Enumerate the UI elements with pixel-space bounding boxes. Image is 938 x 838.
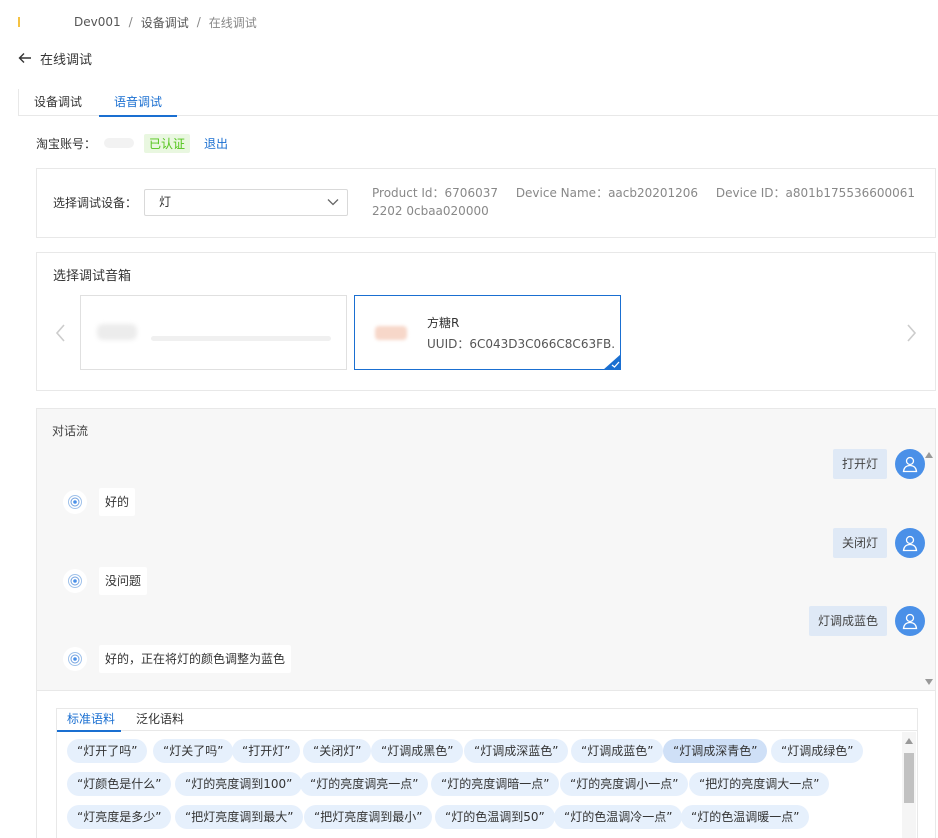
bot-bubble: 好的: [99, 488, 136, 516]
corpus-chip[interactable]: “把灯亮度调到最大”: [175, 805, 304, 829]
bot-message: 没问题: [63, 567, 148, 595]
corpus-chip[interactable]: “灯调成蓝色”: [571, 739, 664, 763]
corpus-chip[interactable]: “把灯亮度调到最小”: [304, 805, 433, 829]
scroll-up-icon[interactable]: [905, 738, 913, 744]
account-label: 淘宝账号：: [36, 136, 97, 151]
selected-check-icon: [603, 354, 621, 370]
corpus-chip-highlighted[interactable]: “灯调成深青色”: [663, 739, 768, 763]
corpus-box: 标准语料 泛化语料 “灯开了吗” “灯关了吗” “打开灯” “关闭灯” “灯调成…: [56, 708, 918, 838]
bot-bubble: 没问题: [99, 567, 148, 595]
corpus-chip[interactable]: “灯颜色是什么”: [67, 772, 172, 796]
brand-mark: [18, 17, 20, 27]
corpus-chip[interactable]: “灯的亮度调亮一点”: [300, 772, 429, 796]
breadcrumb-separator: /: [196, 15, 201, 29]
tab-device-debug[interactable]: 设备调试: [34, 89, 82, 116]
speaker-panel: 选择调试音箱 方糖R UUID：6C043D3C066C8C63FB...: [36, 252, 936, 391]
dialog-stream: 打开灯 好的 关闭灯 没问题 灯调成蓝色 好的，正在将灯的颜色调整为蓝色: [37, 445, 925, 690]
bot-message: 好的: [63, 488, 136, 516]
user-message: 打开灯: [832, 449, 925, 479]
chevron-right-icon[interactable]: [905, 323, 917, 343]
device-name: Device Name：aacb20201206: [515, 186, 699, 200]
user-message: 灯调成蓝色: [808, 606, 925, 636]
speaker-title: 选择调试音箱: [53, 269, 132, 284]
back-arrow-icon[interactable]: [18, 51, 32, 65]
voice-assistant-icon: [63, 647, 87, 671]
voice-assistant-icon: [63, 490, 87, 514]
speaker-thumbnail: [97, 324, 137, 340]
corpus-tabs: 标准语料 泛化语料: [56, 709, 917, 732]
account-name-redacted: [104, 138, 135, 148]
breadcrumb-item-project[interactable]: Dev001: [74, 15, 121, 29]
corpus-chip[interactable]: “灯的色温调暖一点”: [681, 805, 810, 829]
device-info: Product Id：6706037 Device Name：aacb20201…: [372, 184, 917, 220]
logout-link[interactable]: 退出: [204, 135, 228, 152]
dialog-title: 对话流: [52, 424, 89, 438]
corpus-chip[interactable]: “灯的亮度调暗一点”: [431, 772, 560, 796]
user-bubble: 打开灯: [832, 449, 887, 479]
scroll-down-icon[interactable]: [925, 679, 933, 685]
corpus-chip[interactable]: “灯调成绿色”: [771, 739, 864, 763]
user-avatar-icon: [895, 606, 925, 636]
device-select[interactable]: 灯: [144, 189, 348, 216]
speaker-card-selected[interactable]: 方糖R UUID：6C043D3C066C8C63FB...: [354, 295, 621, 370]
user-message: 关闭灯: [832, 528, 925, 558]
breadcrumb-separator: /: [128, 15, 133, 29]
debug-tabs: 设备调试 语音调试: [18, 89, 938, 117]
page-header: 在线调试: [18, 48, 92, 68]
user-bubble: 灯调成蓝色: [808, 606, 887, 636]
breadcrumb-item-device-debug[interactable]: 设备调试: [141, 14, 189, 31]
breadcrumb-item-current: 在线调试: [208, 15, 257, 30]
account-row: 淘宝账号： 已认证 退出: [36, 133, 228, 153]
corpus-chip[interactable]: “灯开了吗”: [67, 739, 148, 763]
page-title: 在线调试: [40, 52, 93, 68]
speaker-card[interactable]: [80, 295, 347, 370]
chevron-left-icon[interactable]: [55, 323, 67, 343]
bot-message: 好的，正在将灯的颜色调整为蓝色: [63, 645, 292, 673]
chevron-down-icon: [327, 199, 339, 206]
tab-standard-corpus[interactable]: 标准语料: [56, 709, 122, 732]
user-avatar-icon: [895, 528, 925, 558]
speaker-uuid: UUID：6C043D3C066C8C63FB...: [427, 337, 615, 351]
device-select-value: 灯: [159, 195, 172, 209]
scroll-up-icon[interactable]: [925, 452, 933, 458]
dialog-panel: 对话流 打开灯 好的 关闭灯 没问题 灯调成蓝色 好的，正在将灯的颜色调整为蓝色…: [36, 408, 936, 838]
voice-assistant-icon: [63, 569, 87, 593]
corpus-chip[interactable]: “灯关了吗”: [153, 739, 234, 763]
dialog-scrollbar[interactable]: [923, 445, 935, 690]
speaker-thumbnail: [375, 326, 407, 340]
corpus-chip[interactable]: “关闭灯”: [303, 739, 372, 763]
device-select-label: 选择调试设备：: [53, 196, 138, 210]
breadcrumb: Dev001 / 设备调试 / 在线调试: [18, 13, 257, 31]
corpus-chip[interactable]: “把灯的亮度调大一点”: [689, 772, 830, 796]
corpus-chip[interactable]: “灯的色温调冷一点”: [554, 805, 683, 829]
speaker-name: 方糖R: [427, 316, 460, 330]
corpus-chip[interactable]: “灯的色温调到50”: [435, 805, 555, 829]
corpus-section: 标准语料 泛化语料 “灯开了吗” “灯关了吗” “打开灯” “关闭灯” “灯调成…: [37, 690, 935, 838]
corpus-chip[interactable]: “灯调成深蓝色”: [464, 739, 569, 763]
corpus-chip[interactable]: “灯亮度是多少”: [67, 805, 172, 829]
corpus-chip[interactable]: “灯的亮度调小一点”: [560, 772, 689, 796]
tab-generalized-corpus[interactable]: 泛化语料: [136, 709, 184, 731]
corpus-chip[interactable]: “打开灯”: [232, 739, 301, 763]
corpus-chip[interactable]: “灯调成黑色”: [371, 739, 464, 763]
scrollbar-thumb[interactable]: [904, 753, 914, 803]
device-panel: 选择调试设备： 灯 Product Id：6706037 Device Name…: [36, 168, 936, 238]
product-id: Product Id：6706037: [372, 186, 498, 200]
bot-bubble: 好的，正在将灯的颜色调整为蓝色: [99, 645, 292, 673]
verified-badge: 已认证: [144, 133, 191, 153]
user-avatar-icon: [895, 449, 925, 479]
speaker-info-redacted: [151, 336, 331, 341]
user-bubble: 关闭灯: [832, 528, 887, 558]
corpus-scrollbar[interactable]: [902, 732, 916, 838]
tab-voice-debug[interactable]: 语音调试: [98, 89, 178, 117]
corpus-chip[interactable]: “灯的亮度调到100”: [175, 772, 303, 796]
